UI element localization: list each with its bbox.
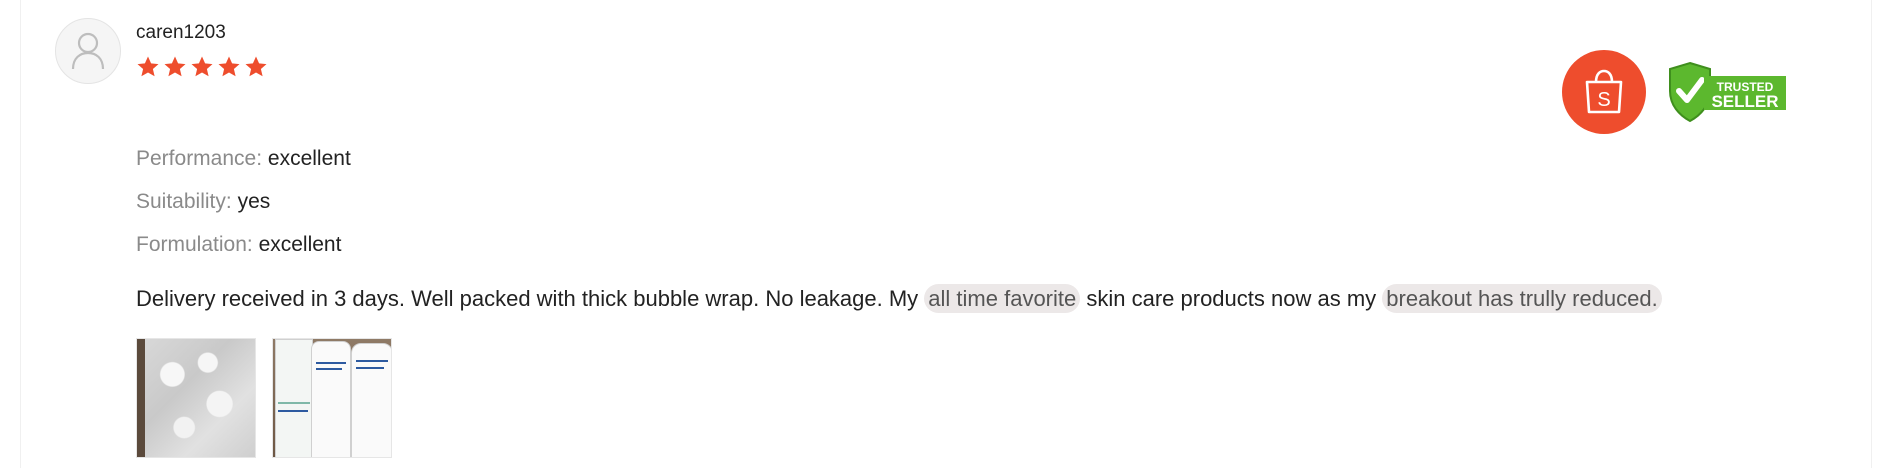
product-bottle	[351, 343, 391, 457]
attribute-formulation: Formulation: excellent	[136, 233, 341, 257]
attribute-value: yes	[237, 190, 271, 213]
attribute-key: Formulation:	[136, 233, 253, 256]
comment-text: Delivery received in 3 days. Well packed…	[136, 286, 925, 311]
star-icon	[191, 56, 213, 77]
comment-text: skin care products now as my	[1080, 286, 1383, 311]
review-photo-skincare[interactable]	[272, 338, 392, 458]
avatar[interactable]	[55, 18, 121, 84]
attribute-value: excellent	[267, 147, 351, 170]
review-photo-bubble-wrap[interactable]	[136, 338, 256, 458]
comment-highlight: all time favorite	[924, 284, 1081, 313]
star-icon	[137, 56, 159, 77]
attribute-performance: Performance: excellent	[136, 147, 351, 171]
attribute-key: Suitability:	[136, 190, 232, 213]
attribute-suitability: Suitability: yes	[136, 190, 270, 214]
comment-highlight: breakout has trully reduced.	[1382, 284, 1662, 313]
review-photos	[136, 338, 392, 458]
svg-text:S: S	[1597, 89, 1610, 111]
attribute-value: excellent	[258, 233, 342, 256]
star-icon	[164, 56, 186, 77]
star-icon	[245, 56, 267, 77]
review-comment: Delivery received in 3 days. Well packed…	[136, 284, 1662, 314]
seller-badges: S TRUSTED SELLER	[1562, 50, 1788, 134]
trusted-seller-badge: TRUSTED SELLER	[1669, 61, 1786, 123]
product-box	[275, 339, 313, 457]
star-rating	[136, 55, 268, 79]
shopee-bag-icon: S	[1585, 69, 1623, 114]
svg-text:SELLER: SELLER	[1711, 92, 1778, 111]
user-icon	[71, 32, 105, 70]
shopee-logo: S	[1562, 50, 1646, 134]
product-bottle	[311, 341, 351, 457]
reviewer-username[interactable]: caren1203	[136, 22, 226, 44]
star-icon	[218, 56, 240, 77]
attribute-key: Performance:	[136, 147, 263, 170]
